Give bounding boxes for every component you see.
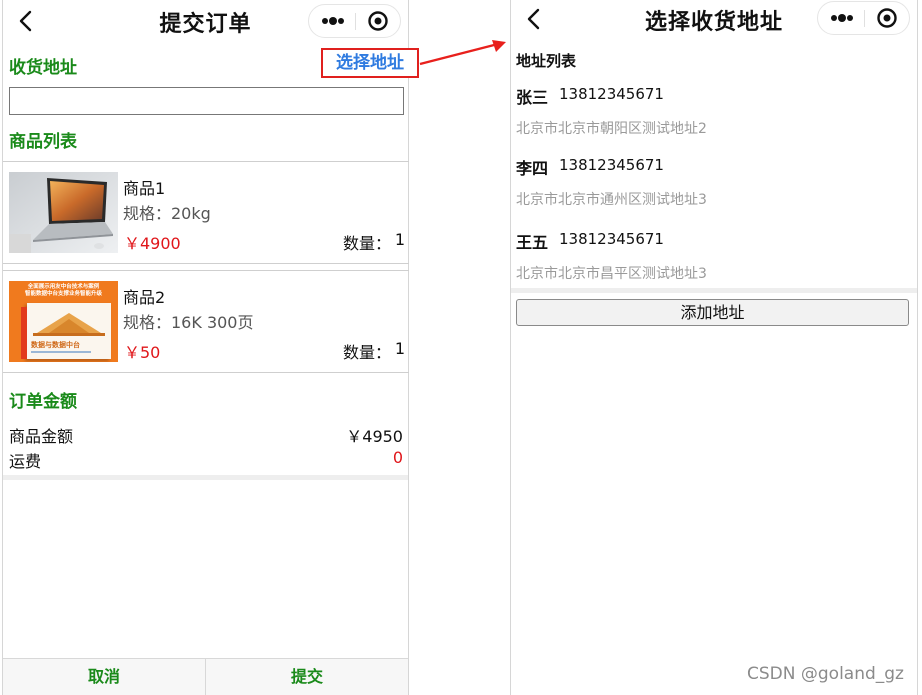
product-qty-label: 数量： xyxy=(342,234,391,253)
cancel-button[interactable]: 取消 xyxy=(3,659,205,695)
address-item[interactable]: 王五 13812345671 北京市北京市昌平区测试地址3 xyxy=(516,229,906,289)
address-item[interactable]: 张三 13812345671 北京市北京市朝阳区测试地址2 xyxy=(516,84,906,144)
capsule-menu xyxy=(308,4,401,38)
product-price: ￥50 xyxy=(124,343,161,362)
address-phone: 13812345671 xyxy=(559,156,664,174)
submit-order-page: 提交订单 收货地址 选择地址 商品列表 商品1 规格：20kg ￥4900 数量… xyxy=(2,0,419,695)
address-section-title: 收货地址 xyxy=(9,58,77,78)
goods-amount-value: ￥4950 xyxy=(346,427,403,446)
capsule-menu xyxy=(817,1,910,35)
close-target-icon[interactable] xyxy=(356,5,401,37)
products-section-title: 商品列表 xyxy=(9,132,77,152)
select-address-page: 选择收货地址 地址列表 张三 13812345671 北京市北京市朝阳区测试地址… xyxy=(510,0,918,695)
add-address-button[interactable]: 添加地址 xyxy=(516,299,909,326)
address-detail: 北京市北京市昌平区测试地址3 xyxy=(516,266,707,282)
book-cover-line1: 全面展示用友中台技术与案例 xyxy=(27,284,100,290)
address-input[interactable] xyxy=(9,87,404,115)
close-target-icon[interactable] xyxy=(865,2,910,34)
product-spec: 规格：16K 300页 xyxy=(123,313,254,332)
section-divider xyxy=(511,288,917,293)
laptop-image xyxy=(9,172,118,253)
section-divider xyxy=(3,475,408,480)
product-qty: 1 xyxy=(394,230,405,249)
navbar: 选择收货地址 xyxy=(511,0,917,44)
book-cover-image: 全面展示用友中台技术与案例 智能数据中台支撑业务智能升级 数据与数据中台 xyxy=(9,281,118,362)
book-title: 数据与数据中台 xyxy=(31,341,80,349)
address-detail: 北京市北京市朝阳区测试地址2 xyxy=(516,121,707,137)
shipping-row: 运费 0 xyxy=(9,448,403,472)
address-name: 李四 xyxy=(516,159,549,178)
goods-amount-label: 商品金额 xyxy=(9,427,74,446)
product-name: 商品1 xyxy=(123,179,166,198)
submit-button[interactable]: 提交 xyxy=(206,659,408,695)
shipping-label: 运费 xyxy=(9,452,42,471)
product-price: ￥4900 xyxy=(124,234,181,253)
more-dots-icon[interactable] xyxy=(818,2,864,34)
address-list-heading: 地址列表 xyxy=(516,52,577,70)
product-card[interactable]: 商品1 规格：20kg ￥4900 数量： 1 xyxy=(3,161,409,264)
shipping-value: 0 xyxy=(392,448,403,467)
watermark: CSDN @goland_gz xyxy=(747,664,904,684)
address-detail: 北京市北京市通州区测试地址3 xyxy=(516,192,707,208)
product-qty-label: 数量： xyxy=(342,343,391,362)
select-address-button[interactable]: 选择地址 xyxy=(321,48,419,78)
bottom-action-bar: 取消 提交 xyxy=(3,658,408,695)
book-cover-line2: 智能数据中台支撑业务智能升级 xyxy=(24,291,102,297)
goods-amount-row: 商品金额 ￥4950 xyxy=(9,423,403,447)
product-name: 商品2 xyxy=(123,288,166,307)
address-item[interactable]: 李四 13812345671 北京市北京市通州区测试地址3 xyxy=(516,155,906,215)
product-card[interactable]: 全面展示用友中台技术与案例 智能数据中台支撑业务智能升级 数据与数据中台 商品2… xyxy=(3,270,409,373)
address-name: 张三 xyxy=(516,88,549,107)
amount-section-title: 订单金额 xyxy=(9,392,77,412)
navbar: 提交订单 xyxy=(3,0,408,44)
product-spec: 规格：20kg xyxy=(123,204,211,223)
arrow-icon xyxy=(419,40,506,66)
address-name: 王五 xyxy=(516,233,549,252)
product-qty: 1 xyxy=(394,339,405,358)
address-phone: 13812345671 xyxy=(559,85,664,103)
more-dots-icon[interactable] xyxy=(309,5,355,37)
address-phone: 13812345671 xyxy=(559,230,664,248)
